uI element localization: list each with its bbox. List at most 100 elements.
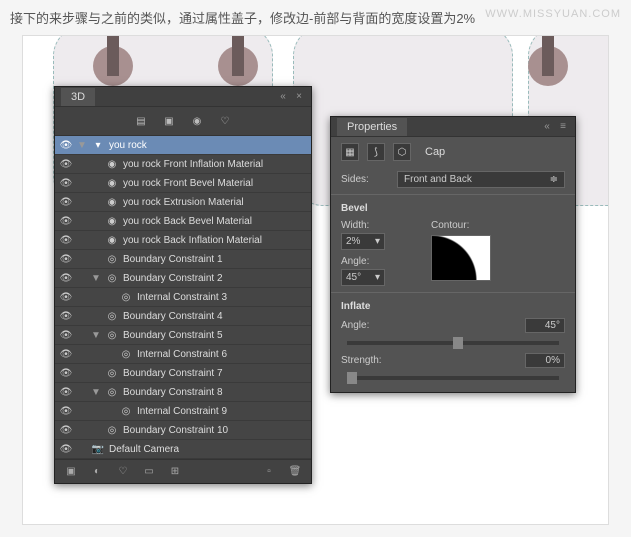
constraint-icon: ◎ bbox=[105, 252, 119, 266]
constraint-icon: ◎ bbox=[119, 347, 133, 361]
tree-label: Boundary Constraint 1 bbox=[123, 254, 223, 265]
tree-label: Internal Constraint 3 bbox=[137, 292, 227, 303]
layer-tree: 👁▼▾you rock👁◉you rock Front Inflation Ma… bbox=[55, 136, 311, 459]
tree-label: Boundary Constraint 4 bbox=[123, 311, 223, 322]
strength-label: Strength: bbox=[341, 355, 391, 366]
panel-properties-header[interactable]: Properties « ≡ bbox=[331, 117, 575, 137]
filter-light-icon[interactable]: ♡ bbox=[217, 113, 233, 129]
menu-icon[interactable]: ≡ bbox=[557, 121, 569, 133]
inflate-angle-value[interactable]: 45° bbox=[525, 318, 565, 333]
tree-row[interactable]: 👁◎Internal Constraint 9 bbox=[55, 402, 311, 421]
light-icon[interactable]: ♡ bbox=[115, 464, 131, 480]
stepper-icon: ▾ bbox=[375, 236, 380, 247]
tree-row[interactable]: 👁◉you rock Extrusion Material bbox=[55, 193, 311, 212]
visibility-icon[interactable]: 👁 bbox=[59, 309, 73, 323]
filter-material-icon[interactable]: ◉ bbox=[189, 113, 205, 129]
visibility-icon[interactable]: 👁 bbox=[59, 252, 73, 266]
filter-mesh-icon[interactable]: ▣ bbox=[161, 113, 177, 129]
trash-icon[interactable]: 🗑 bbox=[287, 464, 303, 480]
camera-icon[interactable]: ▣ bbox=[63, 464, 79, 480]
expand-arrow[interactable]: ▼ bbox=[91, 273, 101, 284]
material-icon: ◉ bbox=[105, 233, 119, 247]
tree-row[interactable]: 👁◎Internal Constraint 6 bbox=[55, 345, 311, 364]
cap-mode-icon[interactable]: ⬡ bbox=[393, 143, 411, 161]
panel-3d-tab[interactable]: 3D bbox=[61, 88, 95, 106]
mesh-mode-icon[interactable]: ▦ bbox=[341, 143, 359, 161]
tree-label: you rock bbox=[109, 140, 147, 151]
add-icon[interactable]: ⊞ bbox=[167, 464, 183, 480]
sides-dropdown[interactable]: Front and Back ≑ bbox=[397, 171, 565, 188]
visibility-icon[interactable]: 👁 bbox=[59, 233, 73, 247]
contour-label: Contour: bbox=[431, 220, 469, 231]
new-icon[interactable]: ▭ bbox=[141, 464, 157, 480]
visibility-icon[interactable]: 👁 bbox=[59, 157, 73, 171]
tree-label: Boundary Constraint 2 bbox=[123, 273, 223, 284]
collapse-icon[interactable]: « bbox=[541, 121, 553, 133]
visibility-icon[interactable]: 👁 bbox=[59, 290, 73, 304]
tree-row[interactable]: 👁▼◎Boundary Constraint 5 bbox=[55, 326, 311, 345]
visibility-icon[interactable]: 👁 bbox=[59, 442, 73, 456]
expand-arrow[interactable]: ▼ bbox=[91, 330, 101, 341]
visibility-icon[interactable]: 👁 bbox=[59, 195, 73, 209]
width-input[interactable]: 2%▾ bbox=[341, 233, 385, 250]
visibility-icon[interactable]: 👁 bbox=[59, 347, 73, 361]
visibility-icon[interactable]: 👁 bbox=[59, 176, 73, 190]
tree-row[interactable]: 👁 ◉ you rock Front Bevel Material bbox=[55, 174, 311, 193]
angle-input[interactable]: 45° ▾ bbox=[341, 269, 385, 286]
constraint-icon: ◎ bbox=[119, 290, 133, 304]
material-icon: ◉ bbox=[105, 157, 119, 171]
tree-row[interactable]: 👁◎Boundary Constraint 4 bbox=[55, 307, 311, 326]
tree-row[interactable]: 👁📷Default Camera bbox=[55, 440, 311, 459]
tree-label: Boundary Constraint 8 bbox=[123, 387, 223, 398]
expand-arrow[interactable]: ▼ bbox=[77, 140, 87, 151]
tree-row[interactable]: 👁 ◎ Internal Constraint 3 bbox=[55, 288, 311, 307]
filter-scene-icon[interactable]: ▤ bbox=[133, 113, 149, 129]
tree-row[interactable]: 👁▼◎Boundary Constraint 8 bbox=[55, 383, 311, 402]
panel-properties-tab[interactable]: Properties bbox=[337, 118, 407, 136]
expand-arrow[interactable]: ▼ bbox=[91, 387, 101, 398]
angle-value: 45° bbox=[346, 272, 361, 283]
tree-row[interactable]: 👁◉you rock Back Inflation Material bbox=[55, 231, 311, 250]
strength-value[interactable]: 0% bbox=[525, 353, 565, 368]
tree-label: Boundary Constraint 10 bbox=[123, 425, 228, 436]
tree-label: you rock Front Bevel Material bbox=[123, 178, 253, 189]
visibility-icon[interactable]: 👁 bbox=[59, 214, 73, 228]
inflate-angle-slider[interactable] bbox=[347, 341, 559, 345]
render-icon[interactable]: ◐ bbox=[89, 464, 105, 480]
visibility-icon[interactable]: 👁 bbox=[59, 138, 73, 152]
panel-3d-footer: ▣ ◐ ♡ ▭ ⊞ ▫ 🗑 bbox=[55, 459, 311, 483]
strength-slider[interactable] bbox=[347, 376, 559, 380]
constraint-icon: ◎ bbox=[105, 423, 119, 437]
constraint-icon: ◎ bbox=[119, 404, 133, 418]
tree-label: you rock Back Bevel Material bbox=[123, 216, 252, 227]
tree-row[interactable]: 👁▼▾you rock bbox=[55, 136, 311, 155]
visibility-icon[interactable]: 👁 bbox=[59, 271, 73, 285]
panel-3d-header[interactable]: 3D « × bbox=[55, 87, 311, 107]
visibility-icon[interactable]: 👁 bbox=[59, 404, 73, 418]
inflate-angle-label: Angle: bbox=[341, 320, 391, 331]
tree-row[interactable]: 👁 ◎ Boundary Constraint 10 bbox=[55, 421, 311, 440]
duplicate-icon[interactable]: ▫ bbox=[261, 464, 277, 480]
tree-row[interactable]: 👁▼◎Boundary Constraint 2 bbox=[55, 269, 311, 288]
properties-subtitle: Cap bbox=[425, 146, 445, 158]
visibility-icon[interactable]: 👁 bbox=[59, 385, 73, 399]
tree-row[interactable]: 👁◉you rock Front Inflation Material bbox=[55, 155, 311, 174]
width-label: Width: bbox=[341, 220, 369, 231]
tree-row[interactable]: 👁◎Boundary Constraint 7 bbox=[55, 364, 311, 383]
tree-label: Boundary Constraint 5 bbox=[123, 330, 223, 341]
tree-row[interactable]: 👁 ◎ Boundary Constraint 1 bbox=[55, 250, 311, 269]
chevron-down-icon: ≑ bbox=[550, 174, 558, 185]
collapse-icon[interactable]: « bbox=[277, 91, 289, 103]
panel-properties: Properties « ≡ ▦ ⟆ ⬡ Cap Sides: Front an… bbox=[330, 116, 576, 393]
visibility-icon[interactable]: 👁 bbox=[59, 423, 73, 437]
contour-preview[interactable] bbox=[431, 235, 491, 281]
tree-row[interactable]: 👁◉you rock Back Bevel Material bbox=[55, 212, 311, 231]
close-icon[interactable]: × bbox=[293, 91, 305, 103]
sides-label: Sides: bbox=[341, 174, 391, 185]
visibility-icon[interactable]: 👁 bbox=[59, 328, 73, 342]
deform-mode-icon[interactable]: ⟆ bbox=[367, 143, 385, 161]
inflate-header: Inflate bbox=[331, 295, 575, 314]
visibility-icon[interactable]: 👁 bbox=[59, 366, 73, 380]
stepper-icon: ▾ bbox=[375, 272, 380, 283]
material-icon: ◉ bbox=[105, 176, 119, 190]
